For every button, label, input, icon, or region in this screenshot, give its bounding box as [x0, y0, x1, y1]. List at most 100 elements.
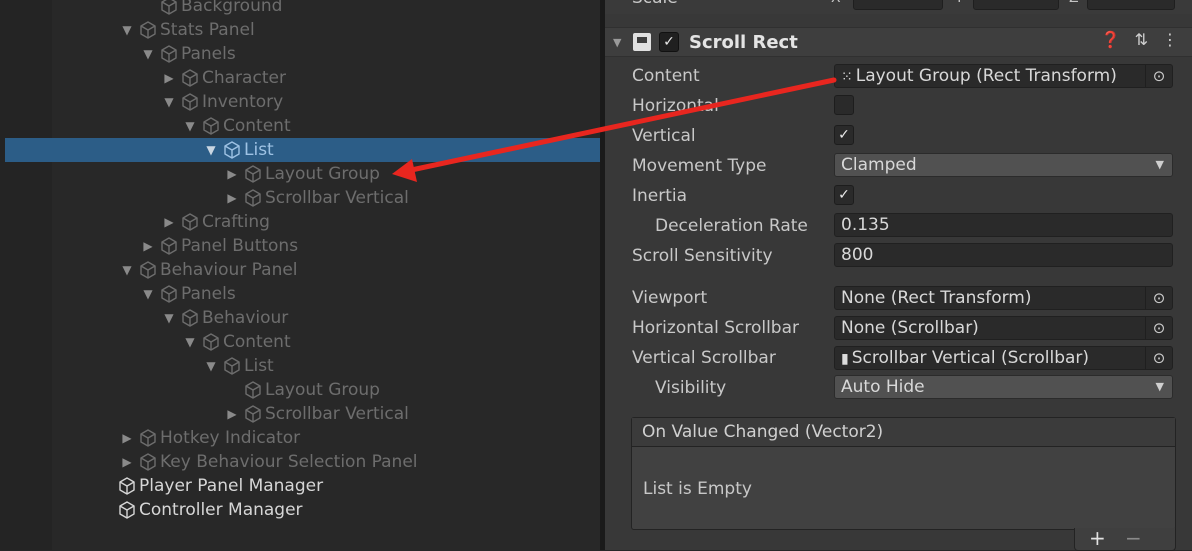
expand-arrow-icon[interactable]: ▼	[141, 47, 155, 61]
hierarchy-item[interactable]: ▶ Scrollbar Vertical	[0, 186, 600, 210]
collapse-arrow-icon[interactable]: ▶	[120, 455, 134, 469]
expand-arrow-icon[interactable]: ▼	[204, 143, 218, 157]
scroll-sensitivity-input[interactable]: 800	[834, 243, 1173, 267]
deceleration-rate-value: 0.135	[841, 215, 890, 235]
hierarchy-item[interactable]: ▶ Key Behaviour Selection Panel	[0, 450, 600, 474]
collapse-arrow-icon[interactable]: ▶	[225, 167, 239, 181]
viewport-object-field[interactable]: None (Rect Transform) ⊙	[834, 286, 1173, 310]
deceleration-rate-input[interactable]: 0.135	[834, 213, 1173, 237]
collapse-arrow-icon[interactable]: ▶	[120, 431, 134, 445]
help-icon[interactable]: ❓	[1101, 30, 1121, 49]
gameobject-icon	[159, 284, 179, 304]
scale-label: Scale	[632, 0, 678, 8]
hierarchy-panel: Background ▼ Stats Panel ▼ Panels ▶ Character ▼…	[0, 0, 600, 550]
hierarchy-item[interactable]: ▼ Panels	[0, 42, 600, 66]
hierarchy-item[interactable]: ▶ Layout Group	[0, 162, 600, 186]
gameobject-icon	[243, 380, 263, 400]
gameobject-icon	[138, 452, 158, 472]
object-picker-icon[interactable]: ⊙	[1145, 65, 1172, 87]
remove-listener-button[interactable]: −	[1125, 526, 1142, 550]
scale-x-field[interactable]	[853, 0, 943, 10]
vertical-checkbox[interactable]: ✓	[834, 125, 854, 145]
hierarchy-item[interactable]: ▶ Scrollbar Vertical	[0, 402, 600, 426]
movement-type-value: Clamped	[841, 155, 917, 175]
hierarchy-item[interactable]: ▼ List	[5, 138, 600, 162]
hierarchy-item[interactable]: ▼ Behaviour Panel	[0, 258, 600, 282]
collapse-arrow-icon[interactable]: ▶	[225, 191, 239, 205]
component-enabled-checkbox[interactable]: ✓	[659, 32, 679, 52]
expand-arrow-icon[interactable]: ▼	[141, 287, 155, 301]
visibility-label: Visibility	[655, 378, 727, 398]
hierarchy-item-label: Controller Manager	[139, 500, 303, 520]
hierarchy-item-label: Behaviour Panel	[160, 260, 298, 280]
hierarchy-item[interactable]: ▼ Content	[0, 330, 600, 354]
expand-arrow-icon[interactable]: ▼	[120, 263, 134, 277]
expand-arrow-icon[interactable]: ▼	[162, 95, 176, 109]
horizontal-scrollbar-object-field[interactable]: None (Scrollbar) ⊙	[834, 316, 1173, 340]
hierarchy-item[interactable]: ▼ List	[0, 354, 600, 378]
hierarchy-item[interactable]: Layout Group	[0, 378, 600, 402]
expand-arrow-icon[interactable]: ▼	[204, 359, 218, 373]
collapse-arrow-icon[interactable]: ▶	[162, 71, 176, 85]
content-object-field[interactable]: ⁙ Layout Group (Rect Transform) ⊙	[834, 64, 1173, 88]
expand-arrow-icon[interactable]: ▼	[162, 311, 176, 325]
object-picker-icon[interactable]: ⊙	[1145, 317, 1172, 339]
hierarchy-item-label: Character	[202, 68, 286, 88]
on-value-changed-event: On Value Changed (Vector2) List is Empty	[631, 417, 1176, 530]
hierarchy-item[interactable]: Controller Manager	[0, 498, 600, 522]
hierarchy-item[interactable]: ▼ Inventory	[0, 90, 600, 114]
scale-y-field[interactable]	[973, 0, 1059, 10]
expand-arrow-icon[interactable]: ▼	[183, 335, 197, 349]
vertical-scrollbar-value: Scrollbar Vertical (Scrollbar)	[851, 348, 1090, 368]
scale-row: Scale X Y Z	[605, 0, 1192, 14]
kebab-menu-icon[interactable]: ⋮	[1162, 30, 1178, 49]
gameobject-icon	[243, 188, 263, 208]
gameobject-icon	[159, 0, 179, 16]
event-empty-text: List is Empty	[643, 479, 752, 499]
horizontal-checkbox[interactable]	[834, 95, 854, 115]
inertia-label: Inertia	[632, 186, 688, 206]
gameobject-icon	[117, 476, 137, 496]
hierarchy-item-label: List	[244, 356, 274, 376]
hierarchy-item[interactable]: ▶ Character	[0, 66, 600, 90]
hierarchy-item[interactable]: ▼ Stats Panel	[0, 18, 600, 42]
gameobject-icon	[222, 140, 242, 160]
vertical-scrollbar-object-field[interactable]: ▮ Scrollbar Vertical (Scrollbar) ⊙	[834, 346, 1173, 370]
gameobject-icon	[243, 164, 263, 184]
gameobject-icon	[222, 356, 242, 376]
movement-type-label: Movement Type	[632, 156, 767, 176]
object-picker-icon[interactable]: ⊙	[1145, 347, 1172, 369]
hierarchy-item[interactable]: Background	[0, 0, 600, 18]
hierarchy-item[interactable]: Player Panel Manager	[0, 474, 600, 498]
preset-icon[interactable]: ⇅	[1135, 30, 1148, 49]
scroll-rect-component-header[interactable]: ▼ ✓ Scroll Rect ❓ ⇅ ⋮	[605, 27, 1192, 57]
hierarchy-item[interactable]: ▼ Content	[0, 114, 600, 138]
property-horizontal-scrollbar: Horizontal Scrollbar None (Scrollbar) ⊙	[605, 315, 1192, 341]
hierarchy-item[interactable]: ▶ Hotkey Indicator	[0, 426, 600, 450]
hierarchy-item-label: Content	[223, 116, 291, 136]
horizontal-scrollbar-label: Horizontal Scrollbar	[632, 318, 800, 338]
scale-z-field[interactable]	[1087, 0, 1175, 10]
expand-arrow-icon[interactable]: ▼	[120, 23, 134, 37]
visibility-dropdown[interactable]: Auto Hide ▼	[834, 375, 1173, 399]
hierarchy-item[interactable]: ▶ Panel Buttons	[0, 234, 600, 258]
property-vertical: Vertical ✓	[605, 123, 1192, 149]
collapse-arrow-icon[interactable]: ▶	[162, 215, 176, 229]
movement-type-dropdown[interactable]: Clamped ▼	[834, 153, 1173, 177]
foldout-arrow-icon[interactable]: ▼	[613, 36, 625, 49]
hierarchy-item-label: Player Panel Manager	[139, 476, 324, 496]
hierarchy-item-label: List	[244, 140, 274, 160]
collapse-arrow-icon[interactable]: ▶	[141, 239, 155, 253]
hierarchy-item[interactable]: ▼ Panels	[0, 282, 600, 306]
expand-arrow-icon[interactable]: ▼	[183, 119, 197, 133]
hierarchy-item-label: Stats Panel	[160, 20, 255, 40]
scale-x-label: X	[831, 0, 841, 6]
add-listener-button[interactable]: +	[1089, 526, 1106, 550]
collapse-arrow-icon[interactable]: ▶	[225, 407, 239, 421]
hierarchy-item-label: Key Behaviour Selection Panel	[160, 452, 418, 472]
inertia-checkbox[interactable]: ✓	[834, 185, 854, 205]
object-picker-icon[interactable]: ⊙	[1145, 287, 1172, 309]
hierarchy-item[interactable]: ▼ Behaviour	[0, 306, 600, 330]
hierarchy-item[interactable]: ▶ Crafting	[0, 210, 600, 234]
hierarchy-item-label: Panel Buttons	[181, 236, 299, 256]
